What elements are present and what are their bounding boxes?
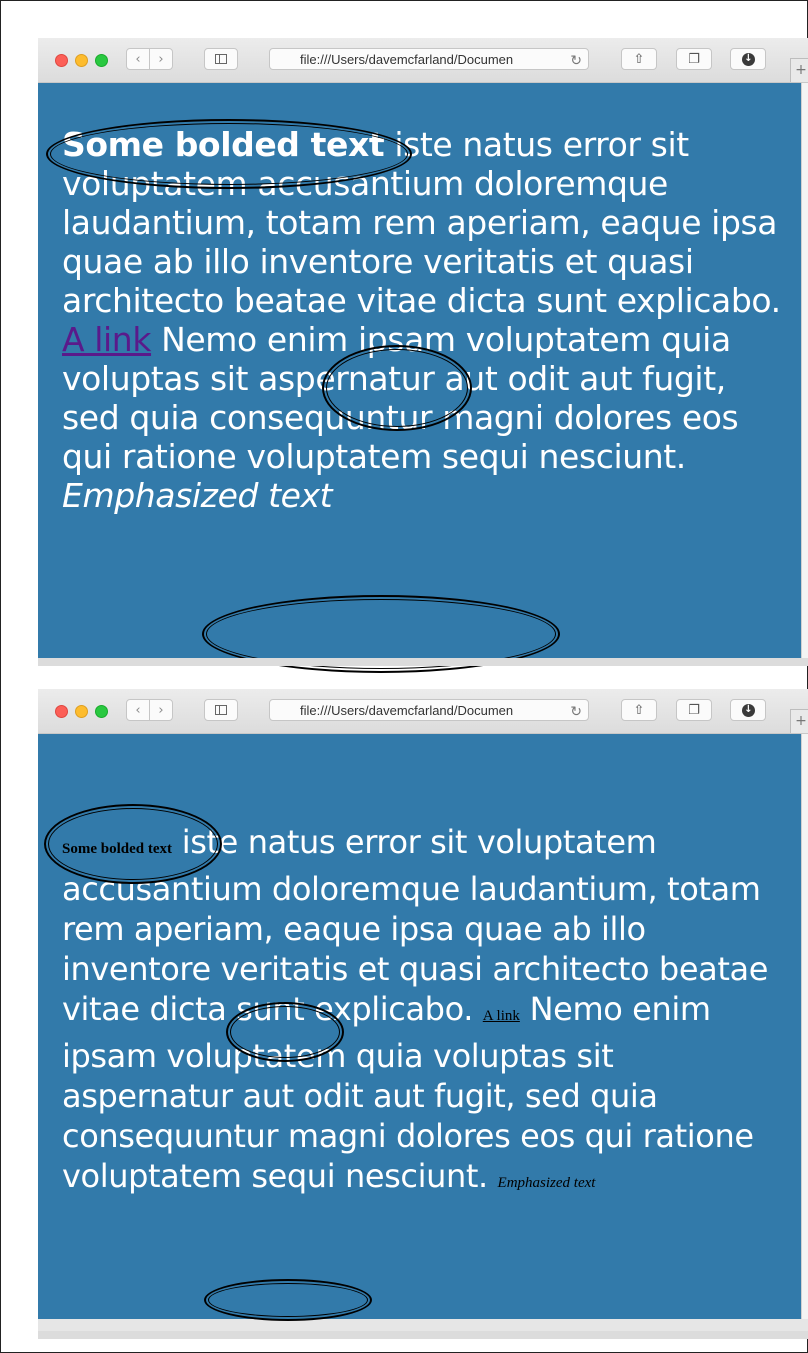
new-tab-button[interactable]: +	[790, 58, 808, 82]
sidebar-button[interactable]	[204, 699, 238, 721]
zoom-window-button[interactable]	[95, 54, 108, 67]
scrollbar[interactable]	[801, 83, 808, 658]
tabs-icon: ❐	[688, 703, 700, 718]
browser-window-unstyled: ‹ › file:///Users/davemcfarland/Documen …	[38, 689, 808, 1339]
zoom-window-button[interactable]	[95, 705, 108, 718]
browser-toolbar: ‹ › file:///Users/davemcfarland/Documen …	[38, 38, 808, 83]
browser-toolbar: ‹ › file:///Users/davemcfarland/Documen …	[38, 689, 808, 734]
browser-window-styled: ‹ › file:///Users/davemcfarland/Documen …	[38, 38, 808, 673]
downloads-button[interactable]	[730, 699, 766, 721]
address-bar-url: file:///Users/davemcfarland/Documen	[300, 52, 514, 67]
plus-icon: +	[795, 713, 807, 729]
annotation-ellipse	[204, 1279, 372, 1321]
forward-button[interactable]: ›	[149, 699, 173, 721]
share-icon: ⇧	[633, 703, 645, 718]
reload-icon[interactable]: ↻	[570, 700, 582, 720]
reload-icon[interactable]: ↻	[570, 49, 582, 69]
minimize-window-button[interactable]	[75, 54, 88, 67]
sidebar-icon	[215, 705, 227, 715]
scrollbar[interactable]	[801, 734, 808, 1319]
page-viewport: Some bolded text iste natus error sit vo…	[38, 734, 802, 1321]
tabs-icon: ❐	[688, 52, 700, 67]
page-link[interactable]: A link	[483, 1008, 520, 1024]
new-tab-button[interactable]: +	[790, 709, 808, 733]
chevron-right-icon: ›	[158, 52, 164, 67]
forward-button[interactable]: ›	[149, 48, 173, 70]
annotation-ellipse	[44, 804, 222, 884]
chevron-left-icon: ‹	[135, 703, 141, 718]
tabs-button[interactable]: ❐	[676, 48, 712, 70]
annotation-ellipse	[322, 345, 472, 431]
minimize-window-button[interactable]	[75, 705, 88, 718]
emphasized-text: Emphasized text	[497, 1175, 596, 1191]
download-icon	[742, 701, 755, 719]
sidebar-icon	[215, 54, 227, 64]
back-button[interactable]: ‹	[126, 48, 150, 70]
chevron-left-icon: ‹	[135, 52, 141, 67]
chevron-right-icon: ›	[158, 703, 164, 718]
back-button[interactable]: ‹	[126, 699, 150, 721]
downloads-button[interactable]	[730, 48, 766, 70]
close-window-button[interactable]	[55, 54, 68, 67]
share-button[interactable]: ⇧	[621, 48, 657, 70]
address-bar[interactable]: file:///Users/davemcfarland/Documen ↻	[269, 699, 589, 721]
address-bar-url: file:///Users/davemcfarland/Documen	[300, 703, 514, 718]
plus-icon: +	[795, 62, 807, 78]
annotation-ellipse	[46, 119, 412, 189]
sidebar-button[interactable]	[204, 48, 238, 70]
download-icon	[742, 50, 755, 68]
page-link[interactable]: A link	[62, 320, 151, 359]
annotation-ellipse	[226, 1002, 344, 1062]
tabs-button[interactable]: ❐	[676, 699, 712, 721]
page-viewport: Some bolded text iste natus error sit vo…	[38, 83, 802, 673]
share-button[interactable]: ⇧	[621, 699, 657, 721]
address-bar[interactable]: file:///Users/davemcfarland/Documen ↻	[269, 48, 589, 70]
share-icon: ⇧	[633, 52, 645, 67]
window-bottom-bar	[38, 1331, 808, 1339]
close-window-button[interactable]	[55, 705, 68, 718]
emphasized-text: Emphasized text	[62, 476, 333, 515]
window-bottom-bar	[38, 658, 808, 666]
